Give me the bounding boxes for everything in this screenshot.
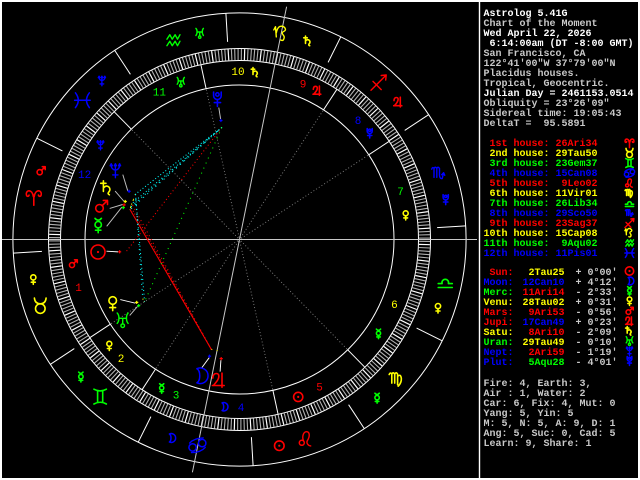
svg-text:11: 11 xyxy=(153,87,167,99)
svg-text:5: 5 xyxy=(316,383,323,395)
svg-text:Learn: 9, Share: 1: Learn: 9, Share: 1 xyxy=(484,438,592,450)
svg-text:DeltaT = 95.5891: DeltaT = 95.5891 xyxy=(484,118,586,130)
svg-text:5Aqu28: 5Aqu28 xyxy=(523,358,565,369)
svg-text:9: 9 xyxy=(300,79,307,91)
svg-text:10: 10 xyxy=(231,67,244,79)
svg-text:12th house: 11Pis01: 12th house: 11Pis01 xyxy=(484,248,598,260)
svg-text:4: 4 xyxy=(238,403,245,415)
svg-text:2: 2 xyxy=(118,354,125,366)
svg-text:Plut:: Plut: xyxy=(484,357,514,369)
svg-text:1: 1 xyxy=(75,283,82,295)
svg-text:3: 3 xyxy=(173,391,180,403)
svg-text:- 4°01': - 4°01' xyxy=(576,357,618,369)
svg-text:6: 6 xyxy=(391,300,398,312)
svg-text:8: 8 xyxy=(355,116,362,128)
svg-text:12: 12 xyxy=(78,170,91,182)
svg-text:7: 7 xyxy=(397,187,404,199)
